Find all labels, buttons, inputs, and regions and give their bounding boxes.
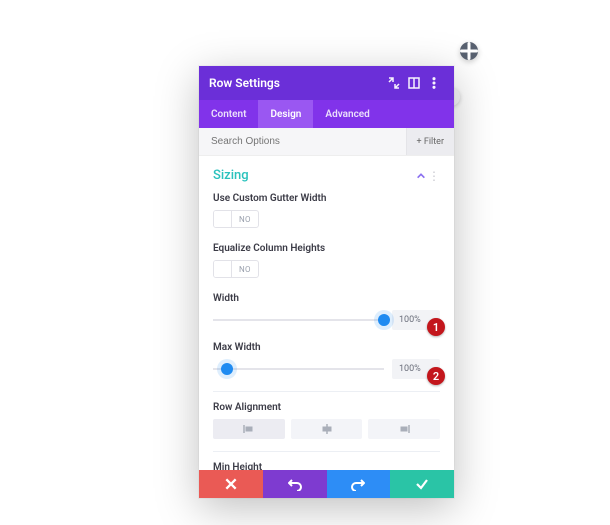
layout-icon <box>408 77 420 89</box>
annotation-badge-1: 1 <box>427 318 445 336</box>
snap-button[interactable] <box>404 73 424 93</box>
toggle-gutter[interactable]: NO <box>213 210 259 228</box>
slider-knob[interactable] <box>378 314 390 326</box>
slider-knob[interactable] <box>221 363 233 375</box>
slider-track <box>213 368 384 370</box>
expand-button[interactable] <box>384 73 404 93</box>
slider-track <box>213 319 384 321</box>
check-icon <box>415 477 429 491</box>
section-collapse-button[interactable] <box>414 169 428 183</box>
field-gutter: Use Custom Gutter Width NO <box>213 193 440 231</box>
settings-body: Sizing ⋮ Use Custom Gutter Width NO Equa… <box>199 156 454 470</box>
modal-title: Row Settings <box>209 76 384 90</box>
label-minheight: Min Height <box>213 462 440 470</box>
label-rowalign: Row Alignment <box>213 402 440 413</box>
tab-bar: Content Design Advanced <box>199 100 454 128</box>
toggle-gutter-value: NO <box>232 215 258 224</box>
slider-width[interactable] <box>213 311 384 329</box>
align-center-button[interactable] <box>291 419 363 439</box>
align-right-button[interactable] <box>368 419 440 439</box>
field-maxwidth: Max Width 100% 2 <box>213 342 440 379</box>
field-minheight: Min Height auto <box>213 462 440 470</box>
redo-icon <box>351 477 365 491</box>
field-width: Width 100% 1 <box>213 293 440 330</box>
plus-icon <box>460 42 478 60</box>
kebab-icon <box>428 77 440 89</box>
cancel-button[interactable] <box>199 470 263 498</box>
field-equalize: Equalize Column Heights NO <box>213 243 440 281</box>
slider-maxwidth[interactable] <box>213 360 384 378</box>
align-center-icon <box>321 424 333 434</box>
tab-design[interactable]: Design <box>258 100 313 128</box>
label-gutter: Use Custom Gutter Width <box>213 193 440 204</box>
align-left-icon <box>243 424 255 434</box>
more-button[interactable] <box>424 73 444 93</box>
label-width: Width <box>213 293 440 304</box>
undo-icon <box>288 477 302 491</box>
search-input[interactable] <box>211 136 406 147</box>
filter-button[interactable]: + Filter <box>406 128 454 155</box>
toggle-equalize[interactable]: NO <box>213 260 259 278</box>
expand-icon <box>388 77 400 89</box>
chevron-up-icon <box>416 171 426 181</box>
annotation-badge-2: 2 <box>427 367 445 385</box>
close-icon <box>224 477 238 491</box>
save-button[interactable] <box>390 470 454 498</box>
modal-titlebar: Row Settings <box>199 66 454 100</box>
section-header-sizing[interactable]: Sizing ⋮ <box>213 168 440 183</box>
search-bar: + Filter <box>199 128 454 156</box>
row-settings-modal: Row Settings Content Design Advanced + F… <box>199 66 454 498</box>
tab-advanced[interactable]: Advanced <box>313 100 381 128</box>
modal-footer <box>199 470 454 498</box>
toggle-gutter-box <box>214 211 232 227</box>
section-title: Sizing <box>213 168 414 183</box>
toggle-equalize-box <box>214 261 232 277</box>
redo-button[interactable] <box>327 470 391 498</box>
divider <box>213 451 440 452</box>
filter-label: + Filter <box>417 137 444 147</box>
align-right-icon <box>398 424 410 434</box>
field-rowalign: Row Alignment <box>213 402 440 439</box>
align-left-button[interactable] <box>213 419 285 439</box>
tab-content[interactable]: Content <box>199 100 258 128</box>
add-module-button[interactable] <box>460 42 478 60</box>
divider <box>213 391 440 392</box>
section-more-button[interactable]: ⋮ <box>428 172 440 180</box>
toggle-equalize-value: NO <box>232 265 258 274</box>
undo-button[interactable] <box>263 470 327 498</box>
label-maxwidth: Max Width <box>213 342 440 353</box>
label-equalize: Equalize Column Heights <box>213 243 440 254</box>
